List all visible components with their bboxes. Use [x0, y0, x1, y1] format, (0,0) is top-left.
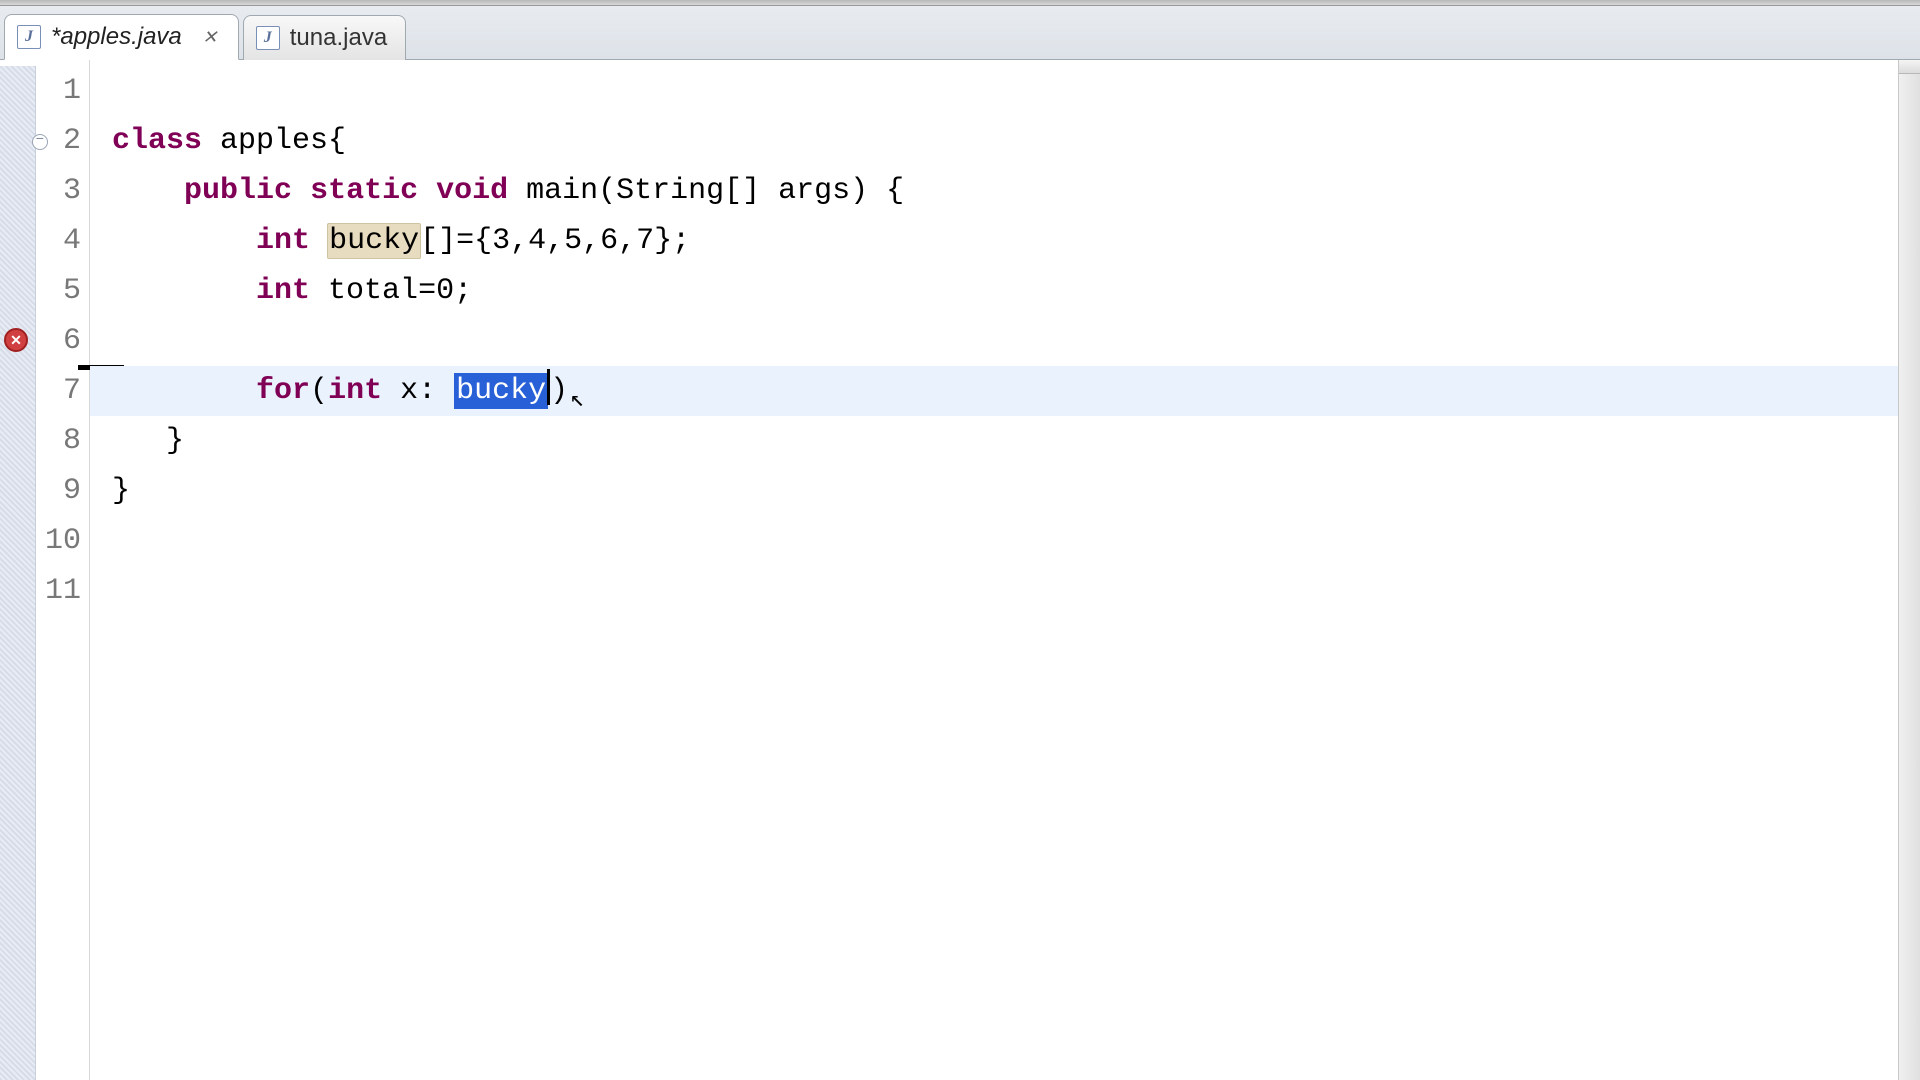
- mouse-cursor-icon: ↖: [570, 387, 584, 414]
- code-line-current[interactable]: for(int x: bucky)↖: [90, 366, 1920, 416]
- code-line[interactable]: [112, 616, 1920, 666]
- tab-apples-java[interactable]: J *apples.java: [4, 14, 239, 60]
- code-line[interactable]: [112, 516, 1920, 566]
- line-number: 5: [36, 266, 81, 316]
- fold-collapse-icon[interactable]: [32, 134, 48, 150]
- code-line[interactable]: [112, 566, 1920, 616]
- code-line[interactable]: [112, 316, 1920, 366]
- line-number: 6: [36, 316, 81, 366]
- line-number: 3: [36, 166, 81, 216]
- line-number: 2: [36, 116, 81, 166]
- line-number: 10: [36, 516, 81, 566]
- tab-label: *apples.java: [51, 23, 182, 51]
- close-icon[interactable]: [200, 27, 220, 47]
- text-caret: [547, 369, 550, 405]
- tab-tuna-java[interactable]: J tuna.java: [243, 15, 406, 60]
- line-number: 8: [36, 416, 81, 466]
- code-line[interactable]: }: [112, 466, 1920, 516]
- occurrence-highlight: bucky: [327, 223, 421, 259]
- code-line[interactable]: public static void main(String[] args) {: [112, 166, 1920, 216]
- java-file-icon: J: [17, 25, 41, 49]
- code-line[interactable]: int total=0;: [112, 266, 1920, 316]
- code-line[interactable]: class apples{: [112, 116, 1920, 166]
- code-line[interactable]: int bucky[]={3,4,5,6,7};: [112, 216, 1920, 266]
- error-icon[interactable]: [4, 328, 28, 352]
- code-editor[interactable]: class apples{ public static void main(St…: [90, 60, 1920, 1080]
- line-number-ruler: 1 2 3 4 5 6 7 8 9 10 11: [36, 66, 89, 1080]
- marker-strip: [0, 66, 36, 1080]
- gutter: 1 2 3 4 5 6 7 8 9 10 11: [0, 60, 90, 1080]
- line-number: 7: [36, 366, 81, 416]
- code-line[interactable]: }: [112, 416, 1920, 466]
- scrollbar-up-button[interactable]: [1899, 60, 1920, 74]
- line-number: 4: [36, 216, 81, 266]
- text-selection: bucky: [454, 373, 548, 409]
- line-number: 9: [36, 466, 81, 516]
- java-file-icon: J: [256, 26, 280, 50]
- line-number: 11: [36, 566, 81, 616]
- line-number: 1: [36, 66, 81, 116]
- editor-container: 1 2 3 4 5 6 7 8 9 10 11 class apples{ pu…: [0, 60, 1920, 1080]
- tab-label: tuna.java: [290, 24, 387, 52]
- vertical-scrollbar[interactable]: [1898, 60, 1920, 1080]
- editor-tab-bar: J *apples.java J tuna.java: [0, 6, 1920, 60]
